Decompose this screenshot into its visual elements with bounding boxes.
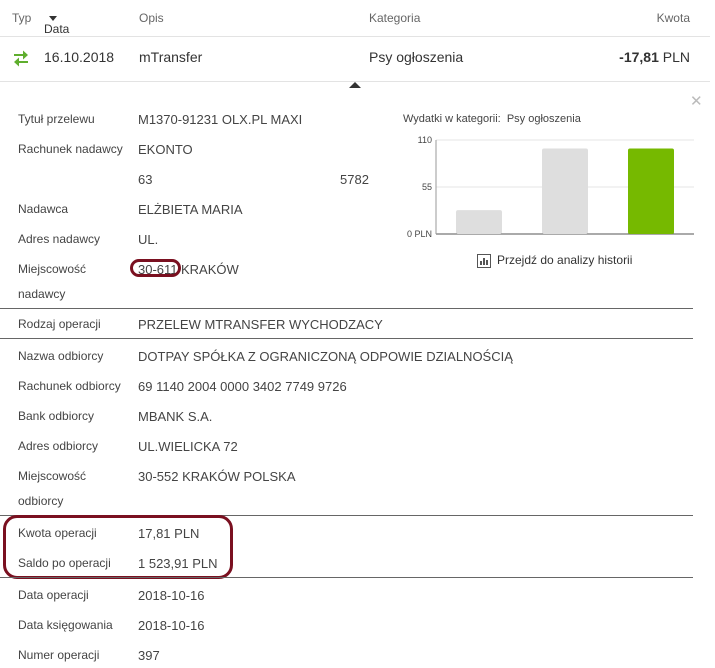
label-rachunek-nadawcy: Rachunek nadawcy bbox=[18, 142, 123, 156]
analysis-link-label: Przejdź do analizy historii bbox=[497, 253, 633, 267]
divider-4 bbox=[0, 577, 693, 578]
transaction-amount-value: -17,81 bbox=[619, 49, 659, 65]
value-rachunek-nadawcy-typ: EKONTO bbox=[138, 142, 193, 157]
value-rodzaj-operacji: PRZELEW MTRANSFER WYCHODZACY bbox=[138, 317, 383, 332]
value-bank-odbiorcy: MBANK S.A. bbox=[138, 409, 213, 424]
column-header-data[interactable]: Data bbox=[44, 11, 69, 36]
column-header-kwota: Kwota bbox=[656, 11, 690, 25]
label-miejscowosc-odbiorcy-2: odbiorcy bbox=[18, 494, 64, 508]
chart-bar[interactable] bbox=[628, 148, 674, 234]
category-spending-chart: 110 55 0 PLN bbox=[407, 135, 694, 239]
chart-ytick-label: 0 PLN bbox=[407, 229, 432, 239]
chart-title-category: Psy ogłoszenia bbox=[506, 113, 581, 125]
column-header-typ: Typ bbox=[12, 11, 32, 25]
value-rachunek-nadawcy-prefix: 63 bbox=[138, 172, 153, 187]
label-nazwa-odbiorcy: Nazwa odbiorcy bbox=[18, 349, 104, 363]
label-rodzaj-operacji: Rodzaj operacji bbox=[18, 317, 101, 331]
transaction-category[interactable]: Psy ogłoszenia bbox=[369, 49, 463, 65]
value-data-operacji: 2018-10-16 bbox=[138, 588, 205, 603]
label-data-ksiegowania: Data księgowania bbox=[18, 618, 113, 632]
close-icon[interactable]: ✕ bbox=[690, 92, 703, 110]
label-adres-nadawcy: Adres nadawcy bbox=[18, 232, 101, 246]
label-numer-operacji: Numer operacji bbox=[18, 648, 100, 662]
bar-chart-icon bbox=[477, 253, 491, 268]
label-miejscowosc-nadawcy-1: Miejscowość bbox=[18, 262, 87, 276]
value-tytul: M1370-91231 OLX.PL MAXI bbox=[138, 112, 303, 127]
value-adres-odbiorcy: UL.WIELICKA 72 bbox=[138, 439, 238, 454]
value-rachunek-odbiorcy: 69 1140 2004 0000 3402 7749 9726 bbox=[138, 379, 347, 394]
label-data-operacji: Data operacji bbox=[18, 588, 89, 602]
column-header-opis: Opis bbox=[139, 11, 164, 25]
label-tytul: Tytuł przelewu bbox=[18, 112, 95, 126]
chart-title-prefix: Wydatki w kategorii: bbox=[403, 113, 501, 125]
column-header-kategoria: Kategoria bbox=[369, 11, 421, 25]
transaction-currency: PLN bbox=[662, 49, 690, 65]
chart-title: Wydatki w kategorii: Psy ogłoszenia bbox=[403, 113, 581, 125]
value-nazwa-odbiorcy: DOTPAY SPÓŁKA Z OGRANICZONĄ ODPOWIE DZIA… bbox=[138, 349, 513, 364]
label-miejscowosc-odbiorcy-1: Miejscowość bbox=[18, 469, 87, 483]
value-adres-nadawcy: UL. bbox=[138, 232, 159, 247]
column-header-data-label: Data bbox=[44, 22, 70, 36]
value-rachunek-nadawcy-suffix: 5782 bbox=[340, 172, 369, 187]
transfer-arrows-icon bbox=[12, 48, 30, 71]
chart-ytick-label: 110 bbox=[418, 135, 432, 145]
label-adres-odbiorcy: Adres odbiorcy bbox=[18, 439, 99, 453]
transaction-row[interactable]: 16.10.2018 mTransfer Psy ogłoszenia -17,… bbox=[0, 37, 710, 82]
value-nadawca: ELŻBIETA MARIA bbox=[138, 202, 243, 217]
chart-bar[interactable] bbox=[456, 210, 502, 234]
transaction-description: mTransfer bbox=[139, 49, 203, 65]
chart-ytick-label: 55 bbox=[422, 182, 432, 192]
table-header: Typ Data Opis Kategoria Kwota bbox=[0, 0, 710, 37]
label-rachunek-odbiorcy: Rachunek odbiorcy bbox=[18, 379, 121, 393]
transaction-date: 16.10.2018 bbox=[44, 49, 115, 65]
label-miejscowosc-nadawcy-2: nadawcy bbox=[18, 287, 66, 301]
details-pointer-icon bbox=[349, 82, 361, 88]
label-nadawca: Nadawca bbox=[18, 202, 69, 216]
value-miejscowosc-odbiorcy: 30-552 KRAKÓW POLSKA bbox=[138, 469, 296, 484]
label-bank-odbiorcy: Bank odbiorcy bbox=[18, 409, 95, 423]
chart-bar[interactable] bbox=[542, 148, 588, 234]
analysis-history-link[interactable]: Przejdź do analizy historii bbox=[477, 253, 632, 268]
divider-2 bbox=[0, 338, 693, 339]
highlight-amount-balance bbox=[3, 515, 233, 579]
transaction-amount: -17,81 PLN bbox=[619, 49, 690, 65]
value-miejscowosc-nadawcy: KRAKÓW bbox=[181, 262, 239, 277]
highlight-postal-code bbox=[130, 259, 181, 277]
divider-1 bbox=[0, 308, 693, 309]
value-data-ksiegowania: 2018-10-16 bbox=[138, 618, 205, 633]
sort-down-icon[interactable] bbox=[49, 16, 57, 22]
